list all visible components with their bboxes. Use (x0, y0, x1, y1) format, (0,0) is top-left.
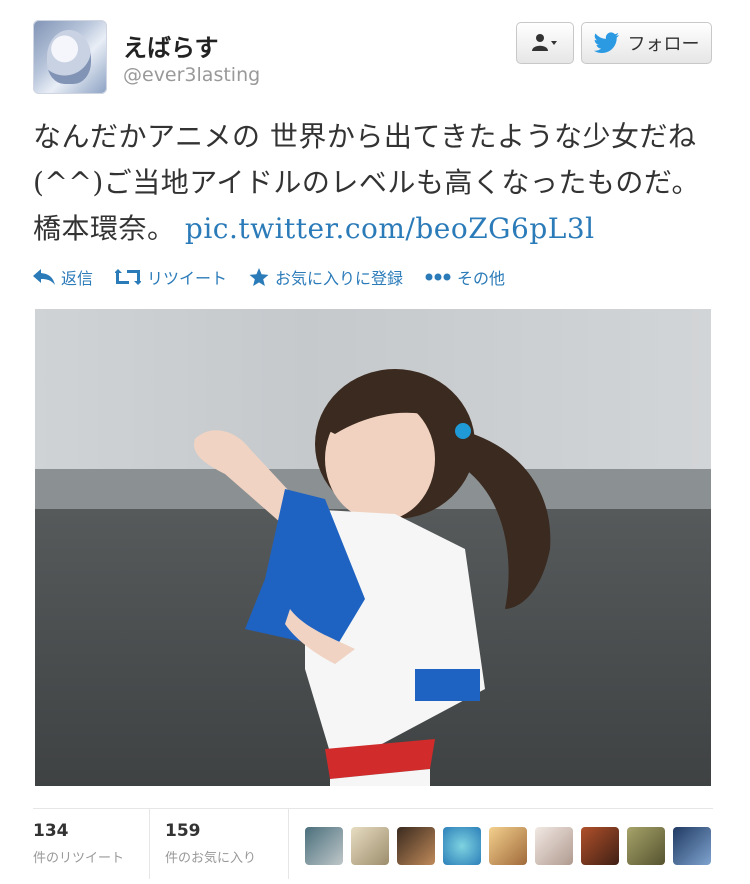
tweet-photo[interactable] (35, 309, 711, 786)
more-action[interactable]: その他 (425, 265, 505, 289)
tweet-stats: 134 件のリツイート 159 件のお気に入り (33, 808, 713, 879)
tweet-media-link[interactable]: pic.twitter.com/beoZG6pL3l (185, 212, 595, 245)
more-label: その他 (457, 269, 506, 288)
favoriter-avatars (305, 827, 711, 865)
favoriter-avatar[interactable] (581, 827, 619, 865)
favoriter-avatar[interactable] (489, 827, 527, 865)
star-icon (249, 267, 269, 286)
follow-label: フォロー (627, 34, 700, 55)
retweet-icon (115, 269, 142, 285)
favoriter-avatar[interactable] (351, 827, 389, 865)
favorite-count: 159 (165, 821, 201, 841)
favoriter-avatar[interactable] (443, 827, 481, 865)
retweet-stat[interactable]: 134 件のリツイート (33, 821, 124, 866)
tweet-text: なんだかアニメの 世界から出てきたような少女だね(^^)ご当地アイドルのレベルも… (33, 114, 723, 252)
avatar[interactable] (33, 20, 107, 94)
retweet-label: リツイート (147, 269, 228, 288)
stats-divider (288, 809, 289, 879)
reply-label: 返信 (61, 269, 94, 288)
follow-button[interactable]: フォロー (581, 22, 712, 64)
favorite-label: お気に入りに登録 (275, 269, 404, 288)
avatar-figure (47, 30, 91, 84)
photo-subject (194, 369, 551, 786)
user-icon (532, 34, 557, 51)
stats-divider (149, 809, 150, 879)
retweet-action[interactable]: リツイート (115, 265, 227, 289)
favoriter-avatar[interactable] (305, 827, 343, 865)
favorite-stat[interactable]: 159 件のお気に入り (165, 821, 256, 866)
reply-icon (33, 269, 55, 285)
favoriter-avatar[interactable] (397, 827, 435, 865)
more-icon (425, 273, 451, 281)
twitter-bird-icon (593, 32, 619, 54)
retweet-count-label: 件のリツイート (33, 851, 125, 866)
user-name[interactable]: えばらす (123, 28, 219, 63)
retweet-count: 134 (33, 821, 69, 841)
tweet-actions: 返信 リツイート お気に入りに登録 その他 (33, 265, 505, 289)
favoriter-avatar[interactable] (627, 827, 665, 865)
user-handle[interactable]: @ever3lasting (123, 64, 260, 86)
favoriter-avatar[interactable] (673, 827, 711, 865)
user-actions-button[interactable] (516, 22, 574, 64)
favoriter-avatar[interactable] (535, 827, 573, 865)
favorite-count-label: 件のお気に入り (165, 851, 257, 866)
reply-action[interactable]: 返信 (33, 265, 93, 289)
favorite-action[interactable]: お気に入りに登録 (249, 265, 403, 289)
